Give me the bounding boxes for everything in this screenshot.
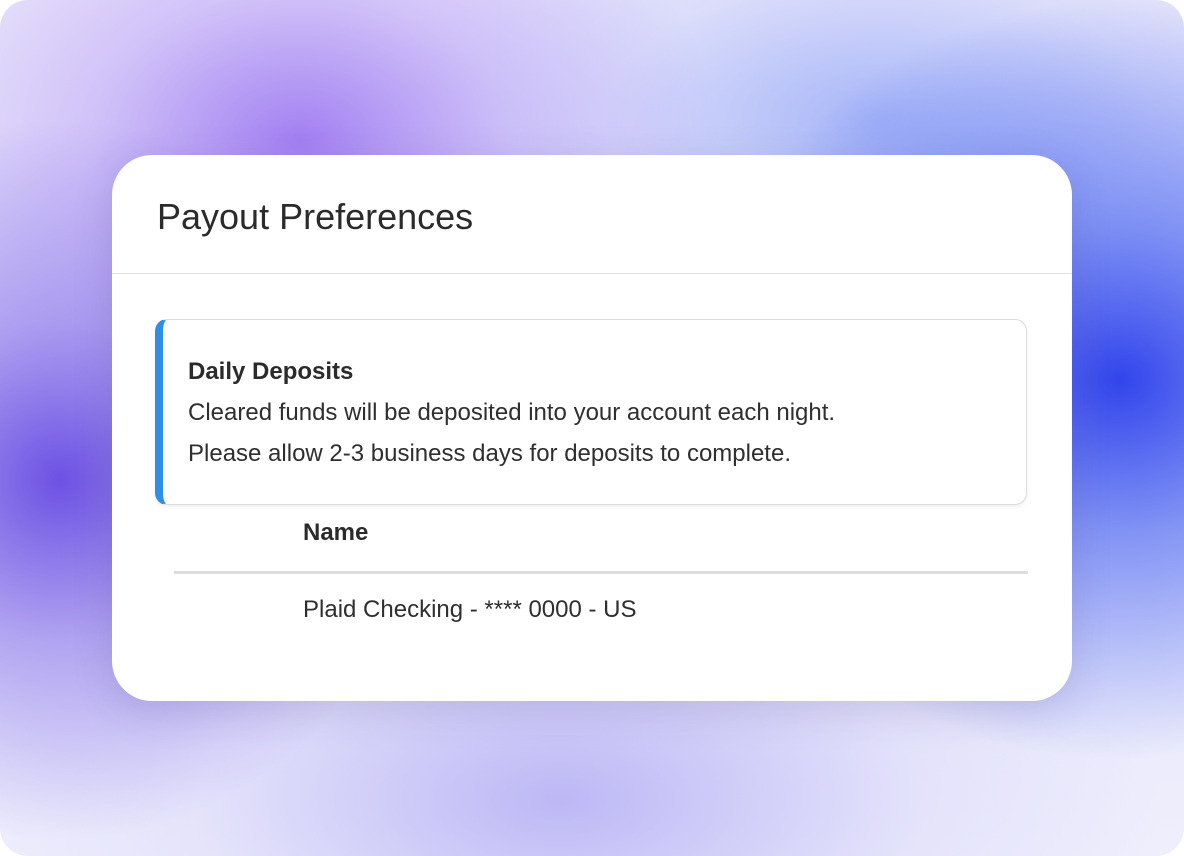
notice-text-line: Cleared funds will be deposited into you…	[188, 399, 836, 426]
daily-deposits-notice: Daily Deposits Cleared funds will be dep…	[155, 319, 1027, 505]
page-title: Payout Preferences	[157, 196, 474, 237]
table-cell-account-name[interactable]: Plaid Checking - **** 0000 - US	[303, 595, 637, 625]
table-header-divider	[174, 571, 1028, 574]
notice-title: Daily Deposits	[188, 358, 354, 385]
card-header: Payout Preferences	[112, 155, 1072, 274]
payout-preferences-card: Payout Preferences Daily Deposits Cleare…	[112, 155, 1072, 701]
table-header-name: Name	[303, 519, 369, 546]
notice-text-line: Please allow 2-3 business days for depos…	[188, 440, 791, 467]
